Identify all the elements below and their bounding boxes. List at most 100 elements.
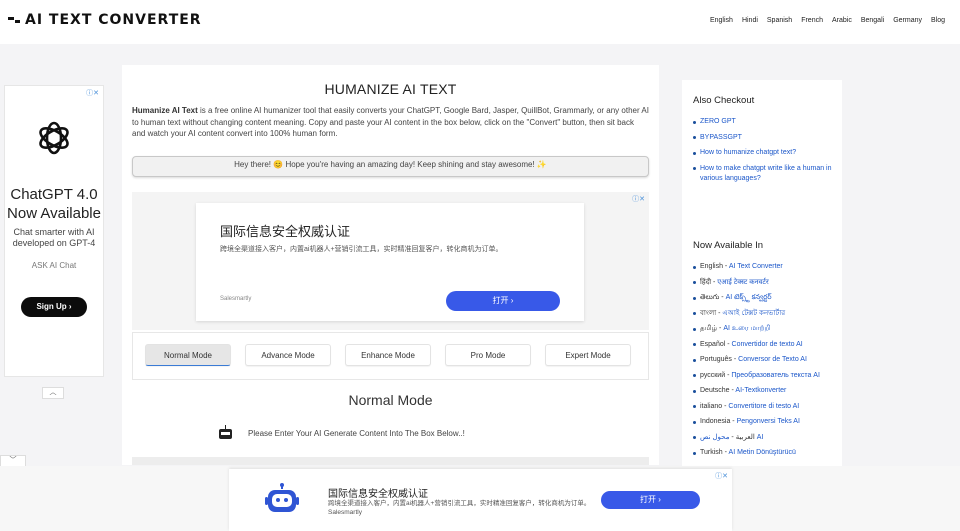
ad-info-icon[interactable]: ⓘ✕ [715,471,728,481]
nav-english[interactable]: English [710,17,733,24]
page-title: HUMANIZE AI TEXT [324,81,457,97]
nav-french[interactable]: French [801,17,823,24]
nav-bengali[interactable]: Bengali [861,17,884,24]
list-item: Deutsche - AI-Textkonverter [693,386,834,396]
language-link[interactable]: AI உரை மாற்றி [723,325,770,332]
list-item: हिंदी - एआई टेक्स्ट कनवर्टर [693,278,834,288]
collapse-ad-button[interactable]: ︿ [42,387,64,399]
ad-brand: Salesmartly [220,296,252,302]
mode-pro-button[interactable]: Pro Mode [445,344,531,366]
text-input-area[interactable] [132,457,649,465]
nav-blog[interactable]: Blog [931,17,945,24]
list-item: How to make chatgpt write like a human i… [693,164,832,184]
nav-arabic[interactable]: Arabic [832,17,852,24]
language-name: Português [700,356,732,363]
input-prompt: Please Enter Your AI Generate Content In… [217,425,465,442]
nav-hindi[interactable]: Hindi [742,17,758,24]
ad-heading: ChatGPT 4.0 Now Available [7,186,101,222]
logo-text: AI TEXT CONVERTER [25,12,202,28]
ad-ask-label: ASK AI Chat [31,261,77,270]
language-link[interactable]: AI టెక్స్ట్ కన్వర్టర్ [726,294,772,301]
language-name: Turkish [700,449,723,456]
language-name: తెలుగు [700,294,720,301]
language-name: বাংলা [700,309,717,317]
language-nav: English Hindi Spanish French Arabic Beng… [710,17,945,24]
ad-text: Chat smarter with AI developed on GPT-4 [12,227,96,248]
list-item: Español - Convertidor de texto AI [693,340,834,350]
language-name: italiano [700,402,723,410]
ad-open-button[interactable]: 打开 › [601,491,700,509]
logo-icon [8,16,22,24]
language-link[interactable]: এআই টেক্সট কনভার্টার [722,310,785,317]
list-item: BYPASSGPT [693,133,832,143]
link-chatgpt-human[interactable]: How to make chatgpt write like a human i… [700,165,832,182]
ad-text: 跨境全渠道接入客户，内置ai机器人+营销引流工具，实时精准回复客户，转化商机为订… [220,246,503,253]
ad-info-icon[interactable]: ⓘ✕ [86,88,99,98]
ad-text: 跨境全渠道接入客户，内置ai机器人+营销引流工具，实时精准回复客户，转化商机为订… [328,500,591,516]
language-link[interactable]: Преобразователь текста AI [731,372,820,379]
link-bypassgpt[interactable]: BYPASSGPT [700,134,742,141]
language-name: English [700,263,723,270]
language-link[interactable]: AI Text Converter [729,263,783,270]
list-item: How to humanize chatgpt text? [693,148,832,158]
left-advertisement[interactable]: ⓘ✕ ChatGPT 4.0 Now Available Chat smarte… [4,85,104,377]
link-humanize-chatgpt[interactable]: How to humanize chatgpt text? [700,149,796,156]
list-item: English - AI Text Converter [693,262,834,272]
signup-button[interactable]: Sign Up › [21,297,87,317]
language-link[interactable]: Convertitore di testo AI [728,403,799,410]
list-item: italiano - Convertitore di testo AI [693,402,834,412]
also-checkout-sidebar: Also Checkout ZERO GPT BYPASSGPT How to … [682,80,842,232]
nav-germany[interactable]: Germany [893,17,922,24]
language-link[interactable]: Convertidor de texto AI [732,341,803,348]
list-item: Turkish - AI Metin Dönüştürücü [693,448,834,458]
top-navigation-bar: AI TEXT CONVERTER English Hindi Spanish … [0,0,960,44]
language-name: Deutsche [700,387,730,394]
sidebar-title: Also Checkout [693,95,755,106]
mode-enhance-button[interactable]: Enhance Mode [345,344,431,366]
language-name: Indonesia [700,418,731,425]
language-name: العربية [735,433,755,441]
ad-title: 国际信息安全权威认证 [220,224,351,239]
intro-text: is a free online AI humanizer tool that … [132,106,649,138]
mode-normal-button[interactable]: Normal Mode [145,344,231,366]
language-link[interactable]: एआई टेक्स्ट कनवर्टर [717,279,768,286]
middle-advertisement[interactable]: ⓘ✕ 国际信息安全权威认证 跨境全渠道接入客户，内置ai机器人+营销引流工具，实… [132,192,649,330]
list-item: বাংলা - এআই টেক্সট কনভার্টার [693,309,834,319]
language-link[interactable]: AI Metin Dönüştürücü [729,449,796,456]
list-item: ZERO GPT [693,117,832,127]
mode-advance-button[interactable]: Advance Mode [245,344,331,366]
list-item: Português - Conversor de Texto AI [693,355,834,365]
language-link[interactable]: Conversor de Texto AI [738,356,807,363]
language-name: Español [700,340,726,348]
intro-paragraph: Humanize AI Text is a free online AI hum… [132,105,649,140]
mode-heading: Normal Mode [348,392,433,408]
list-item: Indonesia - Pengonversi Teks AI [693,417,834,427]
language-name: தமிழ் [700,325,718,332]
mode-selector: Normal Mode Advance Mode Enhance Mode Pr… [132,332,649,380]
mode-expert-button[interactable]: Expert Mode [545,344,631,366]
site-logo[interactable]: AI TEXT CONVERTER [8,12,202,28]
ad-info-icon[interactable]: ⓘ✕ [632,194,645,204]
ad-open-button[interactable]: 打开 › [446,291,560,311]
language-name: русский [700,371,726,379]
ad-title: 国际信息安全权威认证 [328,489,428,500]
bottom-advertisement[interactable]: ⓘ✕ 国际信息安全权威认证 跨境全渠道接入客户，内置ai机器人+营销引流工具，实… [229,469,732,531]
language-name: हिंदी [700,278,712,286]
available-languages-sidebar: Now Available In English - AI Text Conve… [682,225,842,470]
chatbot-icon [265,483,299,512]
list-item: русский - Преобразователь текста AI [693,371,834,381]
intro-bold: Humanize AI Text [132,106,198,115]
nav-spanish[interactable]: Spanish [767,17,792,24]
language-link[interactable]: Pengonversi Teks AI [737,418,800,425]
main-content-panel: HUMANIZE AI TEXT Humanize AI Text is a f… [122,65,659,465]
link-zero-gpt[interactable]: ZERO GPT [700,118,736,125]
ad-card[interactable]: 国际信息安全权威认证 跨境全渠道接入客户，内置ai机器人+营销引流工具，实时精准… [196,203,584,321]
list-item: العربية - محول نص AI [693,433,834,443]
list-item: తెలుగు - AI టెక్స్ట్ కన్వర్టర్ [693,293,834,303]
greeting-banner: Hey there! 😊 Hope you're having an amazi… [132,155,649,177]
language-link[interactable]: AI-Textkonverter [735,387,786,394]
list-item: தமிழ் - AI உரை மாற்றி [693,324,834,334]
prompt-text: Please Enter Your AI Generate Content In… [248,429,465,438]
robot-icon [217,425,234,442]
openai-icon [39,121,69,155]
